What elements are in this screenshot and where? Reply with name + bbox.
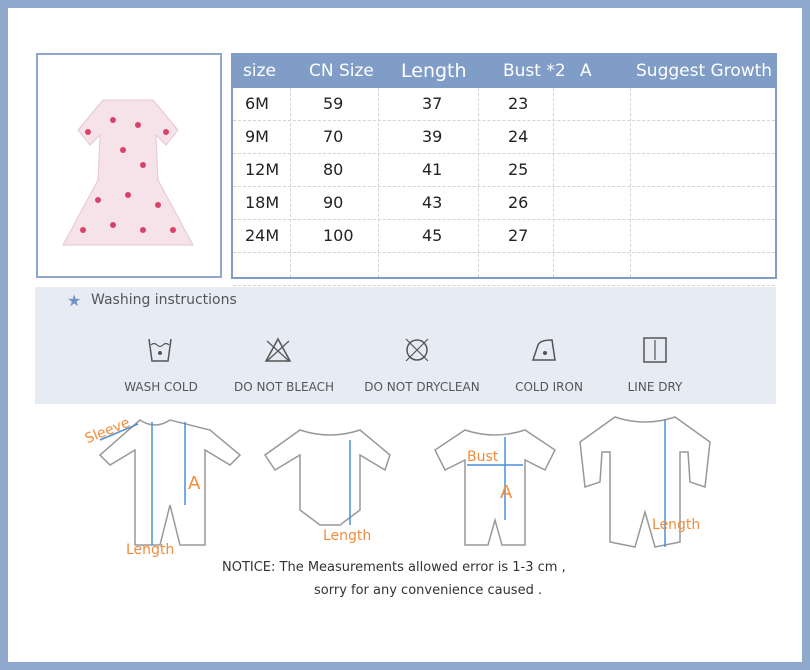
do-not-bleach-icon (264, 337, 292, 362)
notice-line-2: sorry for any convenience caused . (314, 583, 543, 598)
table-cell: 25 (508, 160, 529, 179)
table-cell: 12M (245, 160, 280, 179)
table-cell: 39 (422, 127, 443, 146)
table-cell: 6M (245, 94, 269, 113)
do-not-bleach-label: DO NOT BLEACH (234, 380, 334, 394)
header-cn-size: CN Size (309, 61, 374, 81)
header-bust: Bust *2 (503, 61, 566, 81)
star-icon: ★ (67, 291, 82, 310)
size-chart-table: size CN Size Length Bust *2 A Suggest Gr… (231, 53, 777, 286)
a-label-1: A (188, 473, 201, 494)
washing-title: Washing instructions (91, 292, 237, 308)
bust-label: Bust (467, 449, 499, 465)
table-cell: 26 (508, 193, 529, 212)
table-cell: 59 (323, 94, 344, 113)
table-cell: 90 (323, 193, 344, 212)
header-length: Length (401, 60, 467, 82)
table-cell: 37 (422, 94, 443, 113)
table-cell: 24M (245, 226, 280, 245)
product-photo (36, 53, 222, 278)
do-not-dryclean-icon (405, 338, 429, 362)
bodysuit-drawing (263, 429, 391, 526)
table-header: size CN Size Length Bust *2 A Suggest Gr… (233, 55, 775, 88)
a-label-2: A (500, 482, 513, 503)
table-cell: 43 (422, 193, 443, 212)
table-row: 24M 100 45 27 (233, 220, 775, 253)
line-dry-label: LINE DRY (627, 380, 683, 394)
header-a: A (580, 61, 592, 81)
length-label-2: Length (323, 528, 372, 544)
table-cell: 41 (422, 160, 443, 179)
table-cell: 100 (323, 226, 354, 245)
table-cell: 9M (245, 127, 269, 146)
table-row: 9M 70 39 24 (233, 121, 775, 154)
table-cell: 80 (323, 160, 344, 179)
table-cell: 27 (508, 226, 529, 245)
line-dry-icon (643, 337, 667, 363)
length-label-3: Length (652, 517, 701, 533)
table-cell: 24 (508, 127, 529, 146)
notice-line-1: NOTICE: The Measurements allowed error i… (222, 560, 566, 575)
table-row-empty (233, 253, 775, 286)
cold-iron-label: COLD IRON (515, 380, 583, 394)
do-not-dryclean-label: DO NOT DRYCLEAN (364, 380, 480, 394)
table-cell: 23 (508, 94, 529, 113)
length-label-1: Length (126, 542, 175, 558)
wash-cold-icon (148, 338, 172, 362)
cold-iron-icon (531, 339, 556, 361)
table-row: 12M 80 41 25 (233, 154, 775, 187)
table-row: 6M 59 37 23 (233, 88, 775, 121)
wash-cold-label: WASH COLD (124, 380, 198, 394)
dress-image (62, 99, 194, 246)
header-size: size (243, 61, 276, 81)
short-sleeve-romper-drawing (434, 429, 556, 546)
table-cell: 70 (323, 127, 344, 146)
table-cell: 18M (245, 193, 280, 212)
table-cell: 45 (422, 226, 443, 245)
header-suggest-growth: Suggest Growth (636, 61, 773, 81)
table-row: 18M 90 43 26 (233, 187, 775, 220)
washing-panel: ★ Washing instructions WASH COLD DO NOT … (35, 287, 776, 404)
